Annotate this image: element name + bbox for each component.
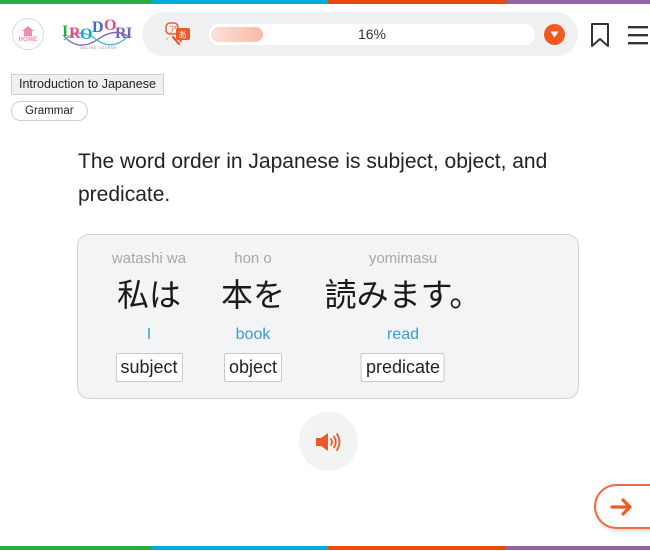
dictionary-search-icon[interactable]: ア あ " bbox=[165, 22, 193, 48]
word-meaning: I bbox=[146, 326, 152, 343]
color-bar-green bbox=[0, 0, 151, 4]
word-role: predicate bbox=[360, 353, 446, 382]
progress-dropdown-button[interactable] bbox=[544, 24, 565, 45]
svg-text:ONLINE COURSE: ONLINE COURSE bbox=[80, 46, 117, 50]
chevron-down-icon bbox=[550, 31, 559, 38]
svg-text:I: I bbox=[126, 25, 132, 42]
svg-text:あ: あ bbox=[178, 30, 187, 41]
color-bar-green bbox=[0, 546, 151, 550]
bottom-color-bar bbox=[0, 546, 650, 550]
svg-text:": " bbox=[166, 38, 168, 44]
home-icon bbox=[22, 25, 34, 36]
play-audio-button[interactable] bbox=[299, 412, 358, 471]
color-bar-orange bbox=[328, 0, 506, 4]
word-column-predicate: yomimasu 読みます。 read predicate bbox=[324, 235, 482, 382]
color-bar-blue bbox=[151, 0, 328, 4]
home-label: HOME bbox=[18, 36, 38, 43]
svg-text:I: I bbox=[62, 23, 68, 40]
bookmark-icon[interactable] bbox=[590, 22, 610, 48]
example-sentence-card: watashi wa 私は I subject hon o 本を book ob… bbox=[77, 234, 579, 399]
word-romaji: hon o bbox=[234, 250, 272, 267]
color-bar-orange bbox=[328, 546, 506, 550]
progress-label: 16% bbox=[357, 26, 387, 42]
word-meaning: book bbox=[235, 326, 271, 343]
word-role: object bbox=[223, 353, 283, 382]
svg-text:D: D bbox=[92, 19, 104, 36]
speaker-icon bbox=[315, 432, 340, 451]
word-column-object: hon o 本を book object bbox=[221, 235, 285, 382]
irodori-logo[interactable]: I R O D O R I ONLINE COURSE bbox=[58, 12, 136, 52]
lesson-explanation: The word order in Japanese is subject, o… bbox=[78, 150, 548, 206]
word-column-subject: watashi wa 私は I subject bbox=[112, 235, 186, 382]
hamburger-menu-icon[interactable] bbox=[627, 24, 649, 46]
category-chip: Grammar bbox=[11, 101, 88, 121]
word-japanese: 私は bbox=[116, 276, 182, 314]
color-bar-blue bbox=[151, 546, 328, 550]
word-japanese: 読みます。 bbox=[324, 276, 482, 314]
word-meaning: read bbox=[386, 326, 420, 343]
color-bar-purple bbox=[506, 546, 650, 550]
next-button[interactable] bbox=[594, 484, 650, 529]
svg-text:O: O bbox=[80, 26, 92, 43]
header-toolbar: ア あ " 16% bbox=[142, 12, 578, 56]
color-bar-purple bbox=[506, 0, 650, 4]
home-button[interactable]: HOME bbox=[12, 18, 44, 50]
progress-bar: 16% bbox=[209, 24, 535, 45]
word-role: subject bbox=[115, 353, 183, 382]
top-color-bar bbox=[0, 0, 650, 4]
word-japanese: 本を bbox=[220, 276, 286, 314]
arrow-right-icon bbox=[610, 497, 632, 516]
word-romaji: yomimasu bbox=[368, 250, 438, 267]
course-tag[interactable]: Introduction to Japanese bbox=[11, 74, 164, 95]
word-romaji: watashi wa bbox=[111, 250, 187, 267]
